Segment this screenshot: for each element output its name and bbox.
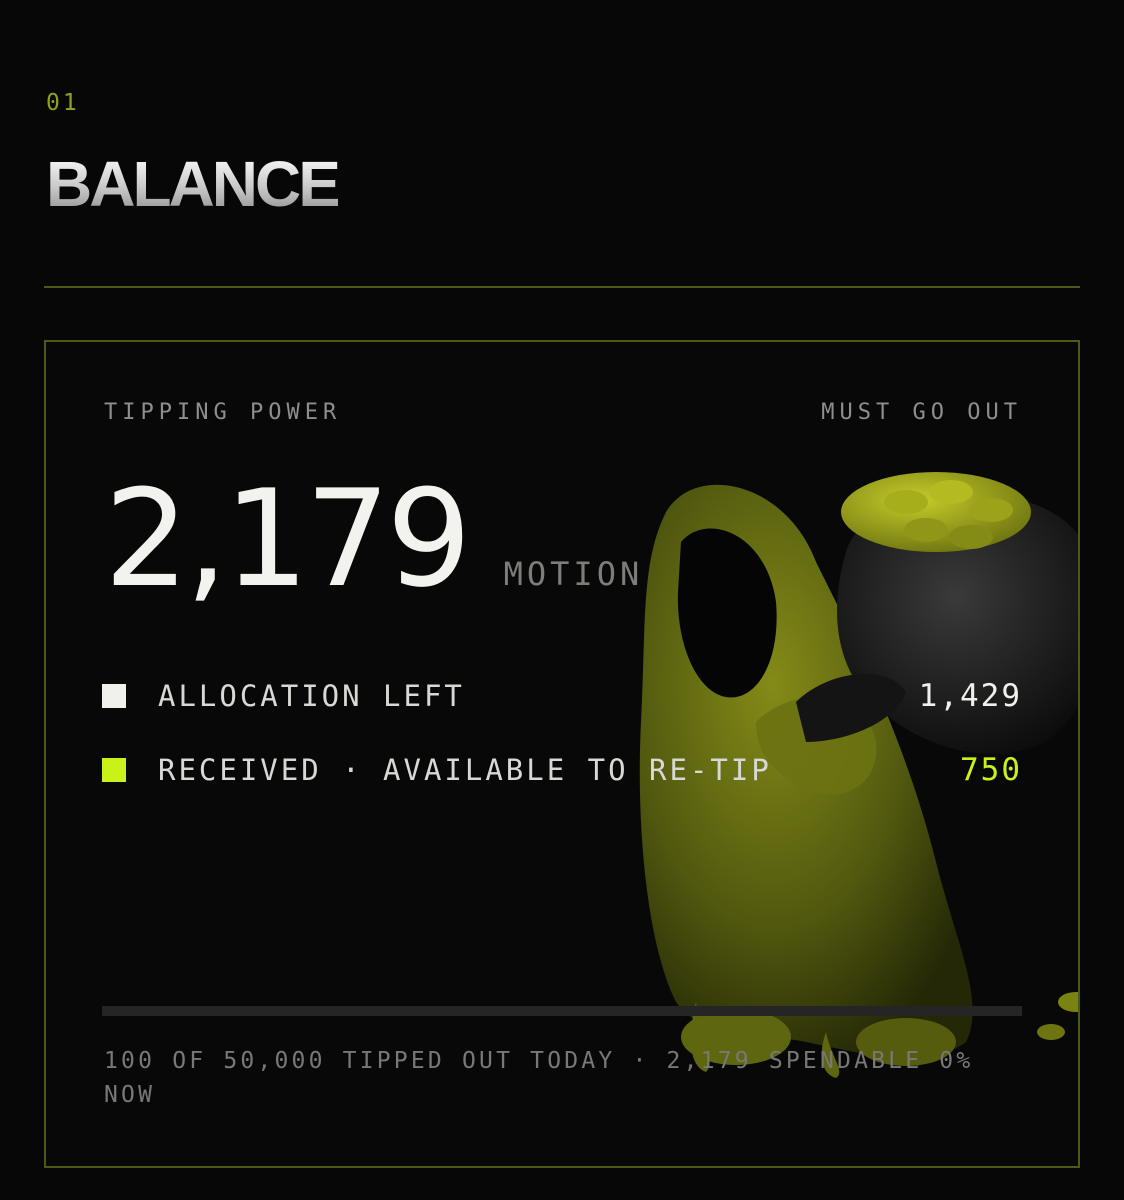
allocation-swatch <box>102 684 126 708</box>
balance-amount-row: 2,179 MOTION <box>104 472 643 606</box>
section-divider <box>44 286 1080 288</box>
must-go-out-label: MUST GO OUT <box>821 400 1022 425</box>
balance-card: TIPPING POWER MUST GO OUT 2,179 MOTION A… <box>44 340 1080 1168</box>
allocation-left-value: 1,429 <box>918 678 1022 714</box>
section-number: 01 <box>46 90 80 116</box>
allocation-left-row: ALLOCATION LEFT 1,429 <box>102 676 1022 716</box>
received-label: RECEIVED · AVAILABLE TO RE-TIP <box>158 753 772 787</box>
tipped-progress-bar <box>102 1006 1022 1016</box>
tipping-power-label: TIPPING POWER <box>104 400 342 425</box>
balance-unit: MOTION <box>503 555 644 593</box>
received-row: RECEIVED · AVAILABLE TO RE-TIP 750 <box>102 750 1022 790</box>
received-value: 750 <box>960 752 1022 788</box>
allocation-left-label: ALLOCATION LEFT <box>158 679 465 713</box>
page-title: BALANCE <box>46 148 341 220</box>
balance-amount: 2,179 <box>104 461 472 617</box>
tipped-status-text: 100 OF 50,000 TIPPED OUT TODAY · 2,179 S… <box>104 1048 974 1108</box>
received-swatch <box>102 758 126 782</box>
